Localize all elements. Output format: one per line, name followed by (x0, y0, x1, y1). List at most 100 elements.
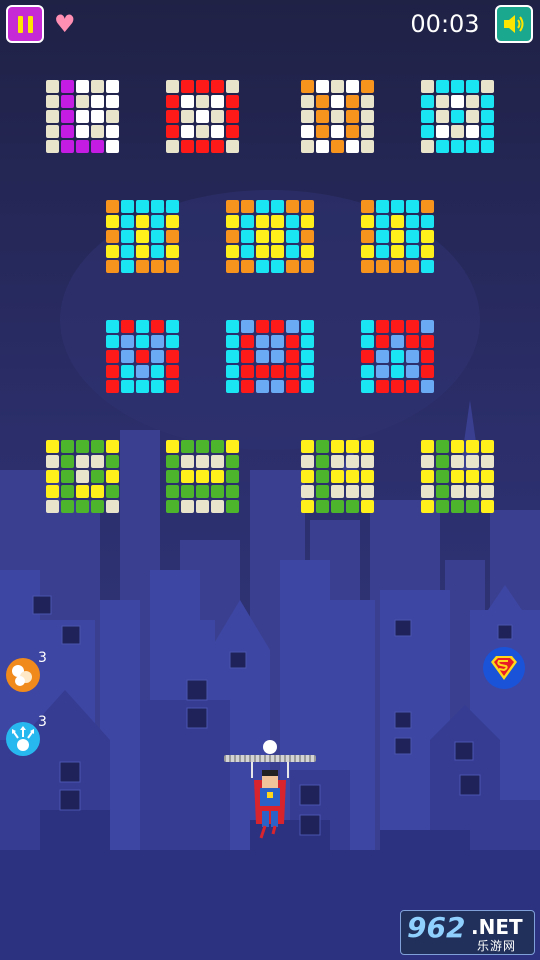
brick (226, 245, 239, 258)
brick (136, 245, 149, 258)
brick (301, 350, 314, 363)
brick (421, 455, 434, 468)
brick (286, 380, 299, 393)
brick (91, 440, 104, 453)
brick (451, 470, 464, 483)
brick (166, 380, 179, 393)
brick (61, 485, 74, 498)
brick (361, 455, 374, 468)
brick (346, 455, 359, 468)
brick (286, 200, 299, 213)
brick (316, 485, 329, 498)
brick (166, 500, 179, 513)
brick (436, 140, 449, 153)
brick (361, 485, 374, 498)
brick (226, 200, 239, 213)
brick (256, 215, 269, 228)
brick (181, 125, 194, 138)
brick (211, 95, 224, 108)
brick (421, 110, 434, 123)
life-heart-icon: ♥ (54, 10, 76, 38)
brick (451, 500, 464, 513)
brick (226, 365, 239, 378)
brick (91, 470, 104, 483)
brick (166, 200, 179, 213)
brick (106, 215, 119, 228)
brick (46, 80, 59, 93)
brick (406, 365, 419, 378)
brick (466, 110, 479, 123)
brick (331, 140, 344, 153)
brick (46, 455, 59, 468)
brick (181, 95, 194, 108)
brick (106, 500, 119, 513)
brick (241, 335, 254, 348)
brick (331, 440, 344, 453)
superhero-power-badge[interactable] (482, 646, 526, 690)
brick (481, 125, 494, 138)
brick (76, 455, 89, 468)
brick (256, 260, 269, 273)
brick (391, 245, 404, 258)
brick (211, 485, 224, 498)
watermark-suffix: .NET (471, 915, 523, 939)
brick (196, 470, 209, 483)
brick (211, 500, 224, 513)
brick (91, 110, 104, 123)
pause-button[interactable] (6, 5, 44, 43)
watermark-subtitle: 乐游网 (477, 939, 517, 953)
brick (46, 110, 59, 123)
brick (301, 455, 314, 468)
brick (391, 215, 404, 228)
brick (481, 500, 494, 513)
brick (421, 380, 434, 393)
brick (256, 350, 269, 363)
brick (196, 485, 209, 498)
brick (331, 455, 344, 468)
brick (406, 320, 419, 333)
brick (406, 260, 419, 273)
brick (181, 80, 194, 93)
brick (376, 320, 389, 333)
brick (361, 470, 374, 483)
superman-shield-icon (483, 647, 525, 689)
split-ball-icon (12, 726, 34, 751)
brick (391, 320, 404, 333)
brick (106, 230, 119, 243)
brick (106, 335, 119, 348)
brick (151, 245, 164, 258)
brick (106, 455, 119, 468)
brick (361, 95, 374, 108)
brick (481, 80, 494, 93)
brick (76, 500, 89, 513)
brick (166, 485, 179, 498)
brick (421, 215, 434, 228)
brick (316, 140, 329, 153)
brick (436, 95, 449, 108)
brick (226, 260, 239, 273)
brick (166, 350, 179, 363)
brick (466, 500, 479, 513)
brick (301, 380, 314, 393)
brick (301, 110, 314, 123)
brick (241, 260, 254, 273)
brick (106, 95, 119, 108)
brick (301, 500, 314, 513)
brick (136, 215, 149, 228)
brick (241, 320, 254, 333)
split-ball-powerup[interactable] (6, 722, 40, 756)
brick (451, 125, 464, 138)
multi-ball-powerup[interactable] (6, 658, 40, 692)
multi-ball-count: 3 (38, 650, 47, 666)
brick (196, 80, 209, 93)
brick (451, 440, 464, 453)
brick (166, 470, 179, 483)
brick (301, 215, 314, 228)
sound-toggle-button[interactable] (495, 5, 533, 43)
brick (406, 350, 419, 363)
brick (421, 470, 434, 483)
brick (121, 260, 134, 273)
brick (241, 200, 254, 213)
brick (61, 500, 74, 513)
brick (331, 500, 344, 513)
